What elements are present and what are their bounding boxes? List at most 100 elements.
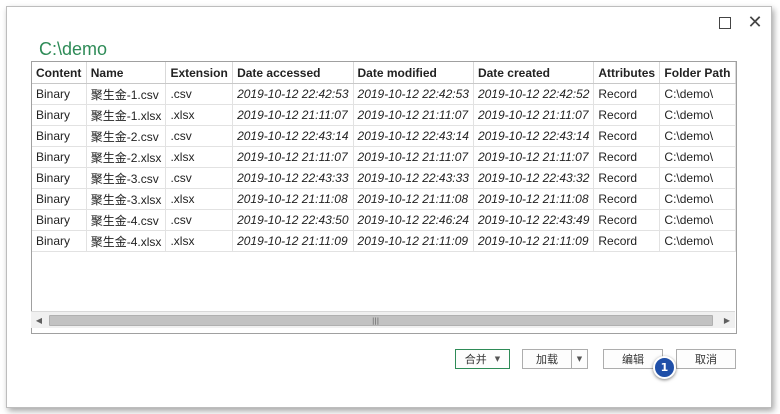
table-cell: Record [593, 125, 661, 147]
load-label: 加载 [536, 353, 558, 366]
table-row[interactable]: Binary 聚生金-1.csv .csv 2019-10-12 22:42:53 20… [32, 83, 736, 105]
table-cell: 2019-10-12 21:11:07 [353, 146, 474, 168]
table-cell: 2019-10-12 21:11:09 [353, 230, 474, 252]
table-cell: Binary [32, 125, 87, 147]
table-cell: 聚生金-2.xlsx [86, 146, 167, 168]
dialog-title: C:\demo [39, 39, 108, 59]
cancel-label: 取消 [695, 353, 717, 366]
table-cell: 聚生金-4.csv [86, 209, 167, 231]
combine-label: 合并 [464, 353, 487, 366]
table-cell: C:\demo\ [659, 209, 736, 231]
table-cell: 2019-10-12 22:43:14 [473, 125, 595, 147]
table-cell: 2019-10-12 21:11:08 [353, 188, 474, 210]
table-cell: 2019-10-12 21:11:07 [473, 104, 595, 126]
file-preview-grid: Content Name Extension Date accessed Date mo… [31, 61, 737, 334]
table-cell: C:\demo\ [659, 188, 736, 210]
grip-icon: ||| [372, 317, 380, 325]
table-cell: 2019-10-12 21:11:07 [473, 146, 595, 168]
combine-button[interactable]: 合并 ▼ [455, 349, 510, 369]
table-cell: Record [593, 188, 661, 210]
table-cell: 2019-10-12 21:11:08 [232, 188, 354, 210]
chevron-left-icon: ◀ [35, 315, 43, 325]
table-cell: .csv [165, 167, 234, 189]
table-cell: 聚生金-4.xlsx [86, 230, 167, 252]
column-header[interactable]: Date modified [353, 62, 474, 84]
maximize-icon [719, 17, 731, 29]
table-cell: .csv [165, 125, 234, 147]
table-cell: 聚生金-3.xlsx [86, 188, 167, 210]
file-table: Content Name Extension Date accessed Date mo… [32, 62, 736, 252]
edit-label: 编辑 [622, 353, 644, 366]
column-header[interactable]: Attributes [593, 62, 661, 84]
table-header-row: Content Name Extension Date accessed Date mo… [32, 62, 736, 84]
table-cell: .xlsx [165, 146, 234, 168]
table-cell: .csv [165, 83, 234, 105]
step-number-badge: 1 [653, 356, 676, 379]
table-cell: C:\demo\ [659, 83, 736, 105]
close-icon: ✕ [747, 12, 763, 33]
table-cell: C:\demo\ [659, 167, 736, 189]
table-cell: C:\demo\ [659, 104, 736, 126]
table-cell: Record [593, 104, 661, 126]
chevron-down-icon: ▼ [576, 355, 583, 363]
table-cell: 2019-10-12 22:43:50 [232, 209, 354, 231]
table-row[interactable]: Binary 聚生金-3.xlsx .xlsx 2019-10-12 21:11:08… [32, 188, 736, 210]
maximize-button[interactable] [715, 13, 735, 33]
chevron-right-icon: ▶ [723, 315, 731, 325]
table-row[interactable]: Binary 聚生金-2.csv .csv 2019-10-12 22:43:14 20… [32, 125, 736, 147]
table-row[interactable]: Binary 聚生金-4.csv .csv 2019-10-12 22:43:50 20… [32, 209, 736, 231]
table-cell: Record [593, 230, 661, 252]
chevron-down-icon: ▼ [494, 355, 501, 363]
table-cell: .csv [165, 209, 234, 231]
table-cell: 2019-10-12 22:43:14 [232, 125, 354, 147]
table-row[interactable]: Binary 聚生金-2.xlsx .xlsx 2019-10-12 21:11:07… [32, 146, 736, 168]
table-cell: 2019-10-12 21:11:09 [232, 230, 354, 252]
table-cell: 2019-10-12 22:43:33 [353, 167, 474, 189]
table-cell: 2019-10-12 22:43:33 [232, 167, 354, 189]
table-cell: C:\demo\ [659, 230, 736, 252]
cancel-button[interactable]: 取消 [676, 349, 736, 369]
table-cell: 聚生金-2.csv [86, 125, 167, 147]
scroll-left-arrow[interactable]: ◀ [31, 312, 47, 328]
column-header[interactable]: Folder Path [659, 62, 736, 84]
table-row[interactable]: Binary 聚生金-1.xlsx .xlsx 2019-10-12 21:11:07… [32, 104, 736, 126]
table-cell: 2019-10-12 22:46:24 [353, 209, 474, 231]
load-dropdown-button[interactable]: ▼ [571, 349, 588, 369]
table-cell: 2019-10-12 22:43:32 [473, 167, 595, 189]
table-cell: Binary [32, 188, 87, 210]
table-cell: .xlsx [165, 188, 234, 210]
table-row[interactable]: Binary 聚生金-4.xlsx .xlsx 2019-10-12 21:11:09… [32, 230, 736, 252]
table-cell: Record [593, 83, 661, 105]
table-cell: 2019-10-12 21:11:09 [473, 230, 595, 252]
column-header[interactable]: Content [32, 62, 87, 84]
scrollbar-thumb[interactable]: ||| [49, 315, 713, 326]
table-cell: .xlsx [165, 104, 234, 126]
table-cell: Record [593, 167, 661, 189]
table-cell: 2019-10-12 21:11:07 [353, 104, 474, 126]
table-cell: 2019-10-12 22:42:53 [232, 83, 354, 105]
table-cell: 2019-10-12 21:11:08 [473, 188, 595, 210]
table-cell: 聚生金-1.xlsx [86, 104, 167, 126]
table-cell: 2019-10-12 22:43:49 [473, 209, 595, 231]
table-row[interactable]: Binary 聚生金-3.csv .csv 2019-10-12 22:43:33 20… [32, 167, 736, 189]
horizontal-scrollbar[interactable]: ◀ ||| ▶ [31, 311, 735, 328]
table-cell: 2019-10-12 21:11:07 [232, 104, 354, 126]
table-cell: 2019-10-12 21:11:07 [232, 146, 354, 168]
table-cell: C:\demo\ [659, 146, 736, 168]
table-cell: Binary [32, 146, 87, 168]
table-cell: 2019-10-12 22:43:14 [353, 125, 474, 147]
table-cell: Binary [32, 167, 87, 189]
table-cell: Binary [32, 209, 87, 231]
column-header[interactable]: Extension [165, 62, 234, 84]
table-cell: 2019-10-12 22:42:53 [353, 83, 474, 105]
scroll-right-arrow[interactable]: ▶ [719, 312, 735, 328]
table-cell: Binary [32, 104, 87, 126]
table-cell: .xlsx [165, 230, 234, 252]
load-button[interactable]: 加载 [522, 349, 572, 369]
table-cell: Binary [32, 230, 87, 252]
close-button[interactable]: ✕ [745, 13, 765, 33]
column-header[interactable]: Name [86, 62, 167, 84]
column-header[interactable]: Date created [473, 62, 595, 84]
table-cell: Record [593, 209, 661, 231]
column-header[interactable]: Date accessed [232, 62, 354, 84]
